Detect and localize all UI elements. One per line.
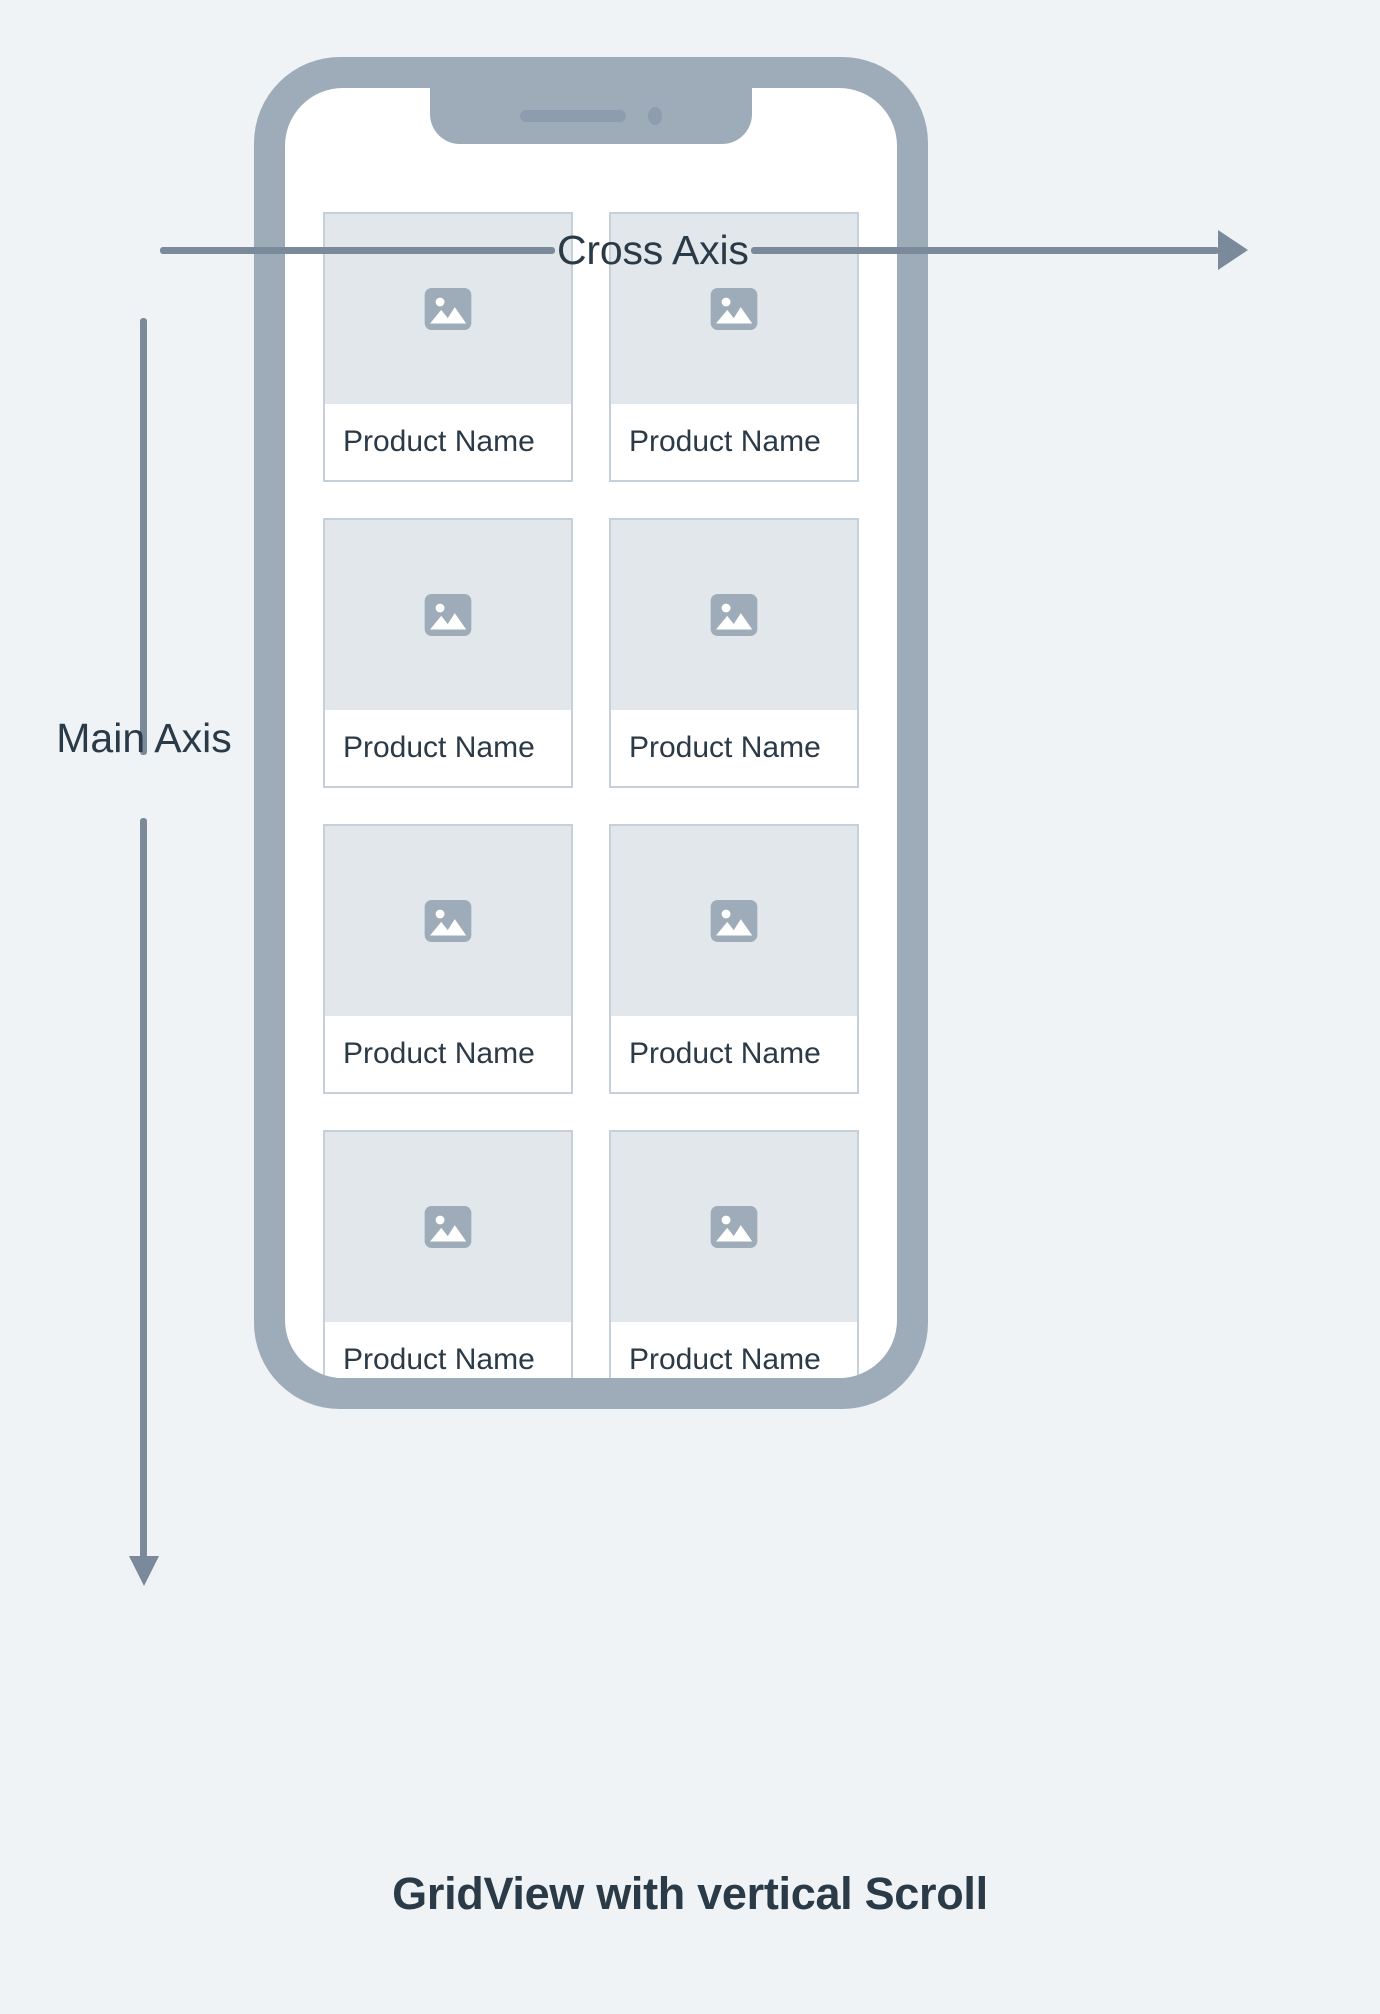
image-placeholder-icon (710, 288, 758, 330)
speaker-grille-icon (520, 110, 626, 122)
main-axis-line-top (140, 318, 147, 755)
product-card[interactable]: Product Name (609, 824, 859, 1094)
product-card[interactable]: Product Name (323, 1130, 573, 1378)
phone-mockup: Product Name Product Name Product Name Prod… (254, 57, 928, 1409)
image-placeholder-icon (424, 288, 472, 330)
product-image-area (325, 214, 571, 404)
product-image-area (325, 1132, 571, 1322)
figure-caption: GridView with vertical Scroll (392, 1868, 988, 1919)
product-name-label: Product Name (325, 404, 571, 480)
front-camera-icon (648, 107, 662, 125)
image-placeholder-icon (424, 594, 472, 636)
product-image-area (611, 826, 857, 1016)
product-image-area (611, 214, 857, 404)
product-image-area (325, 520, 571, 710)
product-name-label: Product Name (611, 404, 857, 480)
image-placeholder-icon (710, 1206, 758, 1248)
product-card[interactable]: Product Name (323, 212, 573, 482)
cross-axis-arrowhead-icon (1217, 230, 1248, 270)
product-card[interactable]: Product Name (609, 1130, 859, 1378)
phone-screen: Product Name Product Name Product Name Prod… (285, 88, 897, 1378)
main-axis-arrowhead-icon (129, 1556, 159, 1586)
image-placeholder-icon (424, 1206, 472, 1248)
product-image-area (611, 520, 857, 710)
product-card[interactable]: Product Name (323, 824, 573, 1094)
product-image-area (611, 1132, 857, 1322)
main-axis-line-bottom (140, 818, 147, 1558)
image-placeholder-icon (424, 900, 472, 942)
product-card[interactable]: Product Name (609, 518, 859, 788)
image-placeholder-icon (710, 594, 758, 636)
product-name-label: Product Name (611, 1016, 857, 1092)
product-grid[interactable]: Product Name Product Name Product Name Prod… (285, 212, 897, 1378)
product-name-label: Product Name (325, 1322, 571, 1378)
main-axis-label: Main Axis (56, 715, 232, 761)
product-image-area (325, 826, 571, 1016)
product-name-label: Product Name (325, 710, 571, 786)
product-name-label: Product Name (611, 1322, 857, 1378)
phone-notch (430, 88, 752, 144)
main-axis-annotation: Main Axis (56, 318, 232, 1608)
product-name-label: Product Name (611, 710, 857, 786)
product-card[interactable]: Product Name (609, 212, 859, 482)
product-name-label: Product Name (325, 1016, 571, 1092)
product-card[interactable]: Product Name (323, 518, 573, 788)
image-placeholder-icon (710, 900, 758, 942)
